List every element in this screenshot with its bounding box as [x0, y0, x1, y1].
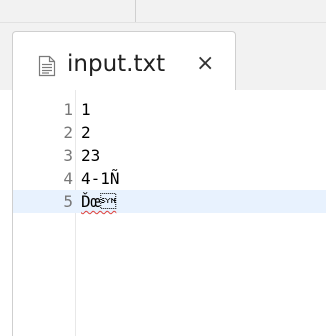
editor-tab-bar: input.txt ×	[0, 22, 326, 93]
editor-line[interactable]: 3 23	[13, 144, 326, 167]
text-file-icon	[38, 55, 56, 77]
tab-title: input.txt	[67, 51, 166, 77]
line-text-error: Ďœ	[81, 192, 117, 211]
editor-line[interactable]: 4 4-1Ñ	[13, 167, 326, 190]
line-text: 1	[81, 100, 91, 119]
line-text: 2	[81, 123, 91, 142]
line-text: 4-1Ñ	[81, 169, 120, 188]
top-strip	[0, 0, 326, 22]
line-number: 3	[63, 146, 73, 165]
line-number: 1	[63, 100, 73, 119]
tab-close-icon[interactable]: ×	[196, 49, 214, 79]
line-number: 4	[63, 169, 73, 188]
line-number: 2	[63, 123, 73, 142]
editor-line[interactable]: 1 1	[13, 98, 326, 121]
editor-tab-input-txt[interactable]: input.txt ×	[12, 31, 236, 93]
editor-line-current[interactable]: 5 Ďœ	[13, 190, 326, 213]
editor-line[interactable]: 2 2	[13, 121, 326, 144]
line-text: 23	[81, 146, 101, 165]
line-number: 5	[63, 192, 73, 211]
top-divider	[135, 0, 136, 22]
